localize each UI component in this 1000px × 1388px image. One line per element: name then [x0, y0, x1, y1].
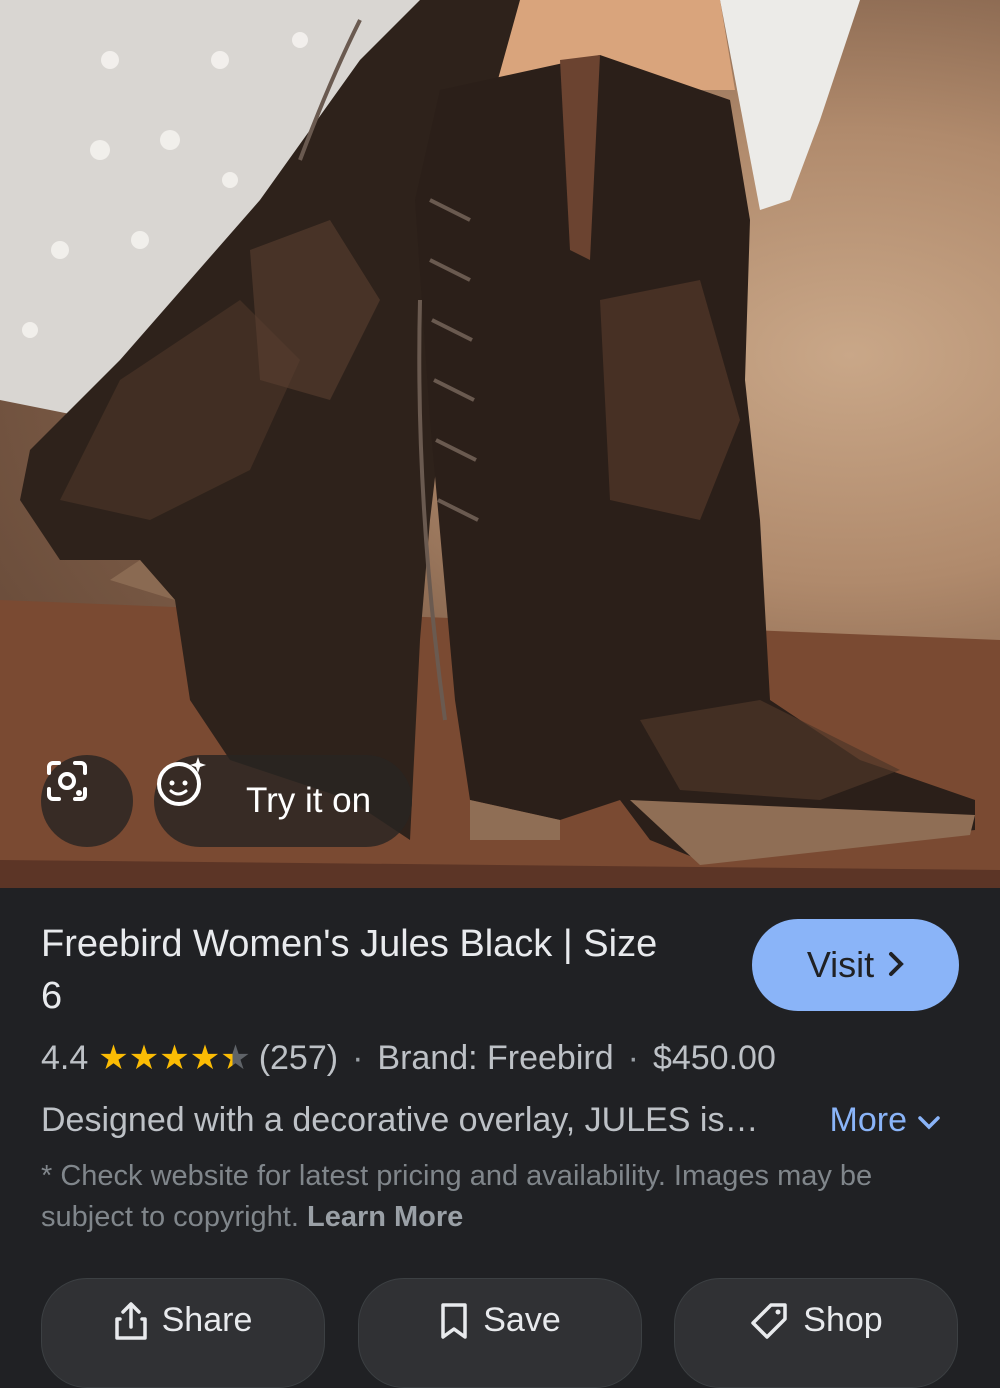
- product-description: Designed with a decorative overlay, JULE…: [41, 1100, 759, 1139]
- shop-label: Shop: [803, 1301, 883, 1339]
- star-icon: ★: [159, 1039, 190, 1077]
- share-label: Share: [161, 1301, 253, 1339]
- share-button[interactable]: Share: [41, 1278, 325, 1388]
- star-icon: ★: [220, 1039, 251, 1077]
- save-label: Save: [483, 1301, 561, 1339]
- more-label: More: [829, 1100, 907, 1139]
- share-icon: [114, 1301, 148, 1387]
- product-image[interactable]: Try it on: [0, 0, 1000, 888]
- more-button[interactable]: More: [830, 1101, 941, 1140]
- bookmark-icon: [439, 1301, 469, 1387]
- separator-dot: ·: [627, 1038, 639, 1077]
- boots-illustration: [0, 0, 1000, 888]
- learn-more-link[interactable]: Learn More: [307, 1201, 463, 1233]
- rating-value: 4.4: [41, 1038, 89, 1077]
- save-button[interactable]: Save: [358, 1278, 642, 1388]
- chevron-down-icon: [917, 1101, 941, 1140]
- rating-stars: ★ ★ ★ ★ ★: [98, 1041, 250, 1075]
- separator-dot: ·: [352, 1038, 364, 1077]
- product-meta: 4.4 ★ ★ ★ ★ ★ (257) · Brand: Freebird · $450…: [41, 1036, 776, 1080]
- product-description-row: Designed with a decorative overlay, JULE…: [41, 1097, 941, 1143]
- chevron-right-icon: [888, 944, 905, 986]
- visit-button[interactable]: Visit: [752, 919, 959, 1011]
- review-count[interactable]: (257): [259, 1039, 338, 1078]
- shop-button[interactable]: Shop: [674, 1278, 958, 1388]
- star-icon: ★: [189, 1039, 221, 1077]
- product-title[interactable]: Freebird Women's Jules Black | Size 6: [41, 918, 681, 1022]
- star-icon: ★: [98, 1039, 129, 1077]
- brand-text: Brand: Freebird: [377, 1038, 614, 1077]
- visit-label: Visit: [806, 944, 875, 985]
- tag-icon: [749, 1301, 789, 1387]
- star-icon: ★: [128, 1039, 160, 1077]
- disclaimer-text: * Check website for latest pricing and a…: [41, 1156, 961, 1238]
- google-lens-button[interactable]: [41, 755, 133, 847]
- try-it-on-button[interactable]: Try it on: [154, 755, 412, 847]
- price-text: $450.00: [652, 1038, 776, 1077]
- try-it-on-label: Try it on: [246, 781, 372, 820]
- google-lens-icon: [47, 761, 87, 801]
- sparkle-face-icon: [157, 757, 228, 829]
